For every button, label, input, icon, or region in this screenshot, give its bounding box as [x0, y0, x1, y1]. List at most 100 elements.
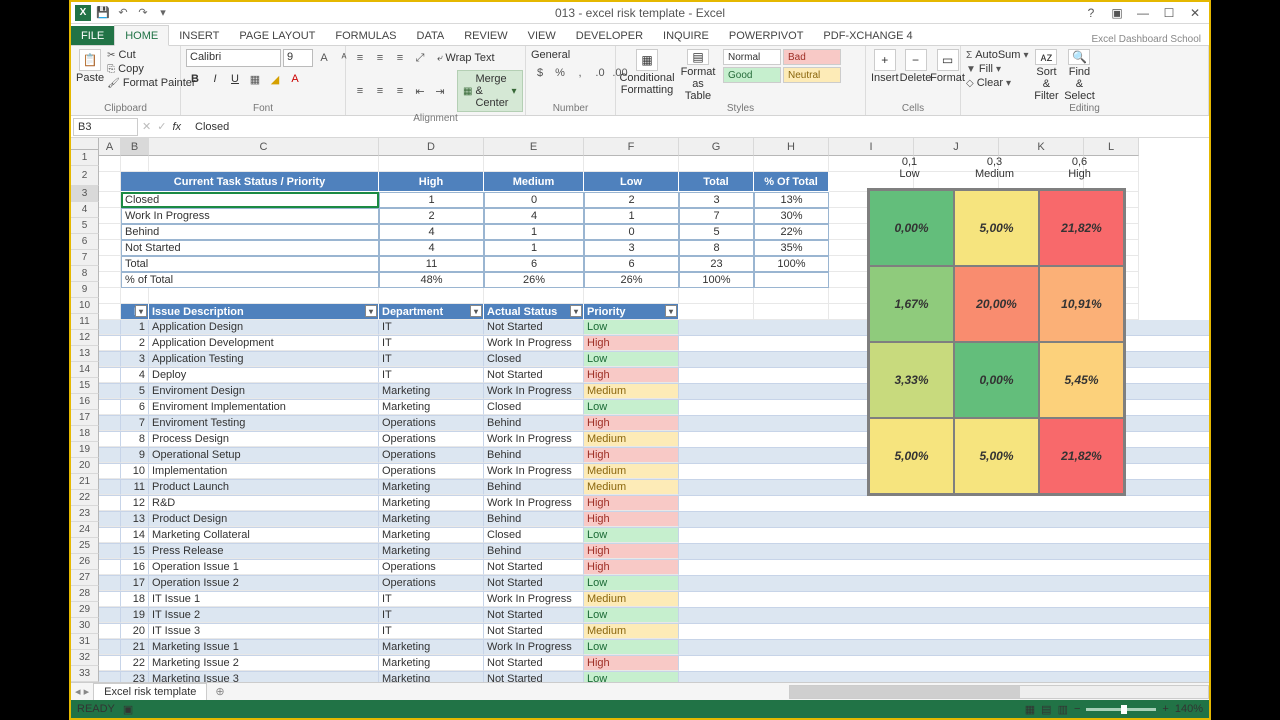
tab-powerpivot[interactable]: POWERPIVOT — [719, 26, 814, 45]
find-select-button[interactable]: 🔍Find & Select — [1064, 49, 1094, 97]
cell[interactable] — [99, 672, 121, 682]
cell[interactable]: 4 — [121, 368, 149, 383]
cell[interactable] — [754, 496, 829, 511]
align-left-icon[interactable]: ≡ — [351, 82, 369, 100]
table-row[interactable]: 16Operation Issue 1OperationsNot Started… — [99, 560, 1209, 576]
cell[interactable]: 2 — [121, 336, 149, 351]
view-layout-icon[interactable]: ▤ — [1041, 703, 1051, 716]
row-header[interactable]: 17 — [71, 410, 99, 426]
cell[interactable]: Marketing — [379, 496, 484, 511]
row-header[interactable]: 12 — [71, 330, 99, 346]
row-header[interactable]: 14 — [71, 362, 99, 378]
cell[interactable]: Low — [584, 608, 679, 623]
cell[interactable] — [829, 528, 914, 543]
cell[interactable]: 4 — [379, 240, 484, 256]
row-header[interactable]: 11 — [71, 314, 99, 330]
cell[interactable]: Low — [584, 528, 679, 543]
sheet-tab[interactable]: Excel risk template — [93, 683, 207, 700]
table-header[interactable]: Issue Description▾ — [149, 304, 379, 320]
tab-insert[interactable]: INSERT — [169, 26, 229, 45]
row-header[interactable]: 26 — [71, 554, 99, 570]
cell[interactable]: 4 — [484, 208, 584, 224]
cell[interactable]: Not Started — [484, 672, 584, 682]
cell[interactable] — [679, 304, 754, 320]
col-header[interactable]: F — [584, 138, 679, 156]
cell[interactable] — [99, 496, 121, 511]
zoom-slider[interactable] — [1086, 708, 1156, 711]
col-header[interactable]: G — [679, 138, 754, 156]
cell[interactable]: 14 — [121, 528, 149, 543]
cell[interactable]: 1 — [584, 208, 679, 224]
cell[interactable]: 9 — [121, 448, 149, 463]
table-row[interactable]: 17Operation Issue 2OperationsNot Started… — [99, 576, 1209, 592]
cell[interactable] — [679, 544, 754, 559]
row-header[interactable]: 3 — [71, 186, 99, 202]
col-header[interactable]: A — [99, 138, 121, 156]
cell[interactable]: Operation Issue 2 — [149, 576, 379, 591]
col-header[interactable]: E — [484, 138, 584, 156]
filter-dropdown-icon[interactable]: ▾ — [665, 305, 677, 317]
cell[interactable]: Marketing — [379, 544, 484, 559]
row-header[interactable]: 18 — [71, 426, 99, 442]
cell[interactable] — [829, 576, 914, 591]
cell[interactable]: IT — [379, 352, 484, 367]
cell[interactable] — [754, 656, 829, 671]
cell[interactable]: 6 — [484, 256, 584, 272]
row-header[interactable]: 21 — [71, 474, 99, 490]
cell[interactable]: Enviroment Design — [149, 384, 379, 399]
cell[interactable] — [99, 304, 121, 320]
number-format-select[interactable]: General — [531, 49, 611, 61]
filter-dropdown-icon[interactable]: ▾ — [470, 305, 482, 317]
cell[interactable]: Marketing Issue 3 — [149, 672, 379, 682]
row-header[interactable]: 13 — [71, 346, 99, 362]
cell[interactable] — [679, 608, 754, 623]
cell[interactable]: % Of Total — [754, 172, 829, 192]
cell[interactable]: Current Task Status / Priority — [121, 172, 379, 192]
indent-dec-icon[interactable]: ⇤ — [411, 82, 429, 100]
cell[interactable]: Work In Progress — [484, 432, 584, 447]
col-header[interactable]: J — [914, 138, 999, 156]
row-header[interactable]: 23 — [71, 506, 99, 522]
cell[interactable]: Marketing — [379, 400, 484, 415]
cell[interactable] — [99, 592, 121, 607]
cell[interactable]: 4 — [379, 224, 484, 240]
cell[interactable] — [999, 624, 1084, 639]
cell[interactable] — [754, 448, 829, 463]
cell[interactable] — [99, 192, 121, 208]
cell[interactable]: IT — [379, 320, 484, 335]
cell[interactable]: Work In Progress — [121, 208, 379, 224]
cell[interactable]: Total — [121, 256, 379, 272]
cell[interactable] — [99, 464, 121, 479]
tab-developer[interactable]: DEVELOPER — [566, 26, 653, 45]
cell[interactable] — [829, 496, 914, 511]
tab-pdf-xchange-4[interactable]: PDF-XChange 4 — [813, 26, 922, 45]
cell[interactable]: Deploy — [149, 368, 379, 383]
cell[interactable] — [829, 672, 914, 682]
cell[interactable] — [754, 288, 829, 304]
cell[interactable] — [999, 560, 1084, 575]
cell[interactable] — [99, 240, 121, 256]
col-header[interactable]: K — [999, 138, 1084, 156]
cell[interactable] — [679, 640, 754, 655]
filter-dropdown-icon[interactable]: ▾ — [570, 305, 582, 317]
font-name-select[interactable]: Calibri — [186, 49, 281, 67]
cell[interactable] — [754, 384, 829, 399]
row-header[interactable]: 4 — [71, 202, 99, 218]
cell[interactable] — [679, 416, 754, 431]
cell[interactable] — [754, 480, 829, 495]
cell[interactable] — [999, 592, 1084, 607]
cell[interactable] — [914, 656, 999, 671]
cell[interactable] — [679, 336, 754, 351]
cell[interactable] — [99, 576, 121, 591]
cell[interactable]: Implementation — [149, 464, 379, 479]
row-header[interactable]: 24 — [71, 522, 99, 538]
cell[interactable]: Behind — [121, 224, 379, 240]
cell[interactable]: Not Started — [484, 560, 584, 575]
cell[interactable] — [1084, 624, 1139, 639]
cell[interactable]: Operational Setup — [149, 448, 379, 463]
cell[interactable] — [99, 432, 121, 447]
cell[interactable]: 7 — [679, 208, 754, 224]
cell[interactable]: 13% — [754, 192, 829, 208]
cell[interactable]: IT — [379, 368, 484, 383]
cell[interactable] — [914, 544, 999, 559]
